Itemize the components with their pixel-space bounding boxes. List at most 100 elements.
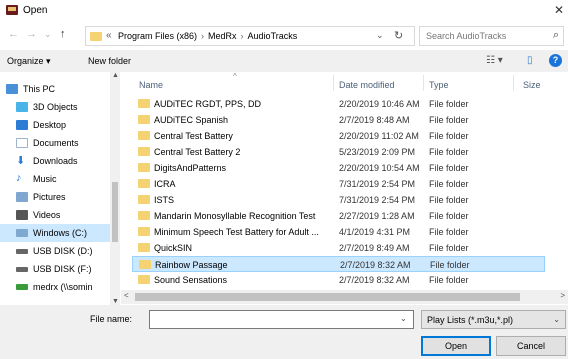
breadcrumb-separator[interactable]: › [201, 31, 204, 41]
preview-pane-icon[interactable]: ▯ [527, 55, 533, 66]
breadcrumb-separator[interactable]: › [241, 31, 244, 41]
cancel-button[interactable]: Cancel [496, 336, 566, 356]
list-item[interactable]: AUDiTEC RGDT, PPS, DD 2/20/2019 10:46 AM… [132, 96, 545, 112]
view-options-icon[interactable]: ☷ ▾ [486, 55, 503, 66]
list-item[interactable]: Central Test Battery 2/20/2019 11:02 AM … [132, 128, 545, 144]
scrollbar-thumb[interactable] [112, 182, 118, 242]
filename-input[interactable] [149, 310, 414, 329]
list-item[interactable]: ICRA 7/31/2019 2:54 PM File folder [132, 176, 545, 192]
filetype-select[interactable]: Play Lists (*.m3u,*.pl) ⌄ [421, 310, 566, 329]
pictures-icon [16, 192, 28, 202]
sidebar-item-label: Music [33, 174, 57, 184]
scroll-down-icon[interactable]: ▼ [112, 298, 119, 305]
folder-icon [138, 115, 150, 124]
file-date: 7/31/2019 2:54 PM [339, 179, 416, 189]
navigation-pane-scrollbar[interactable]: ▲ ▼ [110, 72, 120, 305]
refresh-icon[interactable]: ↻ [394, 29, 403, 42]
scroll-left-icon[interactable]: < [124, 291, 129, 300]
footer-panel: File name: ⌄ Play Lists (*.m3u,*.pl) ⌄ O… [0, 305, 568, 359]
breadcrumb-item[interactable]: AudioTracks [248, 31, 298, 41]
list-item[interactable]: ISTS 7/31/2019 2:54 PM File folder [132, 192, 545, 208]
column-header-name[interactable]: Name [139, 80, 163, 90]
sidebar-item-label: Documents [33, 138, 79, 148]
list-item[interactable]: Mandarin Monosyllable Recognition Test 2… [132, 208, 545, 224]
column-divider[interactable] [333, 75, 334, 91]
column-header-date[interactable]: Date modified [339, 80, 395, 90]
sidebar-item-videos[interactable]: Videos [0, 206, 110, 224]
organize-button[interactable]: Organize ▾ [7, 56, 51, 67]
list-item[interactable]: Sound Sensations 2/7/2019 8:32 AM File f… [132, 272, 545, 288]
file-date: 5/23/2019 2:09 PM [339, 147, 416, 157]
folder-icon [138, 227, 150, 236]
column-header-type[interactable]: Type [429, 80, 449, 90]
file-name: Minimum Speech Test Battery for Adult ..… [154, 227, 319, 237]
folder-icon [138, 275, 150, 284]
file-name: Rainbow Passage [155, 260, 228, 270]
help-icon[interactable]: ? [549, 54, 562, 67]
filetype-value: Play Lists (*.m3u,*.pl) [427, 315, 514, 325]
close-icon[interactable]: ✕ [554, 3, 564, 17]
file-type: File folder [429, 227, 469, 237]
filename-dropdown-icon[interactable]: ⌄ [400, 314, 407, 323]
sidebar-item-windows-c[interactable]: Windows (C:) [0, 224, 110, 242]
navigation-bar: ← → ⌄ ↑ « Program Files (x86) › MedRx › Audi… [0, 24, 568, 46]
breadcrumb-overflow[interactable]: « [106, 30, 112, 41]
file-date: 7/31/2019 2:54 PM [339, 195, 416, 205]
folder-icon [138, 211, 150, 220]
file-date: 2/7/2019 8:32 AM [339, 275, 410, 285]
address-bar[interactable]: « Program Files (x86) › MedRx › AudioTracks … [85, 26, 415, 46]
sidebar-item-label: Pictures [33, 192, 66, 202]
search-input[interactable]: Search AudioTracks ⌕ [419, 26, 564, 46]
search-icon[interactable]: ⌕ [553, 29, 559, 42]
open-button[interactable]: Open [421, 336, 491, 356]
folder-icon [90, 32, 102, 41]
sidebar-item-this-pc[interactable]: This PC [0, 80, 110, 98]
file-name: DigitsAndPatterns [154, 163, 227, 173]
list-item-selected[interactable]: Rainbow Passage 2/7/2019 8:32 AM File fo… [132, 256, 545, 272]
chevron-down-icon: ⌄ [553, 315, 560, 324]
breadcrumb-item[interactable]: MedRx [208, 31, 237, 41]
up-arrow-icon[interactable]: ↑ [60, 28, 66, 40]
sidebar-item-music[interactable]: ♪ Music [0, 170, 110, 188]
list-item[interactable]: Central Test Battery 2 5/23/2019 2:09 PM… [132, 144, 545, 160]
list-item[interactable]: Minimum Speech Test Battery for Adult ..… [132, 224, 545, 240]
sidebar-item-3d-objects[interactable]: 3D Objects [0, 98, 110, 116]
sidebar-item-network-drive[interactable]: medrx (\\somin [0, 278, 110, 296]
navigation-pane: This PC 3D Objects Desktop Documents ⬇ D… [0, 72, 120, 305]
file-type: File folder [430, 260, 470, 270]
command-bar: Organize ▾ New folder ☷ ▾ ▯ ? [0, 50, 568, 72]
drive-icon [16, 229, 28, 237]
sidebar-item-desktop[interactable]: Desktop [0, 116, 110, 134]
usb-drive-icon [16, 267, 28, 272]
column-divider[interactable] [423, 75, 424, 91]
new-folder-button[interactable]: New folder [88, 56, 131, 66]
horizontal-scrollbar[interactable]: < > [121, 290, 568, 304]
breadcrumb-item[interactable]: Program Files (x86) [118, 31, 197, 41]
scroll-up-icon[interactable]: ▲ [112, 72, 119, 79]
sidebar-item-downloads[interactable]: ⬇ Downloads [0, 152, 110, 170]
back-arrow-icon[interactable]: ← [8, 28, 19, 40]
address-dropdown-icon[interactable]: ⌄ [376, 30, 384, 41]
list-item[interactable]: QuickSIN 2/7/2019 8:49 AM File folder [132, 240, 545, 256]
list-item[interactable]: DigitsAndPatterns 2/20/2019 10:54 AM Fil… [132, 160, 545, 176]
title-bar: Open ✕ [0, 0, 568, 22]
column-header-size[interactable]: Size [523, 80, 541, 90]
sidebar-item-pictures[interactable]: Pictures [0, 188, 110, 206]
file-date: 2/7/2019 8:32 AM [340, 260, 411, 270]
sidebar-item-usb-d[interactable]: USB DISK (D:) [0, 242, 110, 260]
sidebar-item-documents[interactable]: Documents [0, 134, 110, 152]
sidebar-item-label: Windows (C:) [33, 228, 88, 238]
recent-locations-icon[interactable]: ⌄ [44, 29, 52, 40]
forward-arrow-icon[interactable]: → [26, 28, 37, 40]
scrollbar-thumb[interactable] [135, 293, 520, 301]
folder-icon [138, 99, 150, 108]
sidebar-item-label: Videos [33, 210, 61, 220]
list-item[interactable]: AUDiTEC Spanish 2/7/2019 8:48 AM File fo… [132, 112, 545, 128]
file-type: File folder [429, 243, 469, 253]
folder-icon [138, 195, 150, 204]
sidebar-item-usb-f[interactable]: USB DISK (F:) [0, 260, 110, 278]
window-title: Open [23, 5, 48, 16]
file-list: Name ^ Date modified Type Size AUDiTEC R… [121, 72, 568, 305]
column-divider[interactable] [513, 75, 514, 91]
scroll-right-icon[interactable]: > [560, 291, 565, 300]
